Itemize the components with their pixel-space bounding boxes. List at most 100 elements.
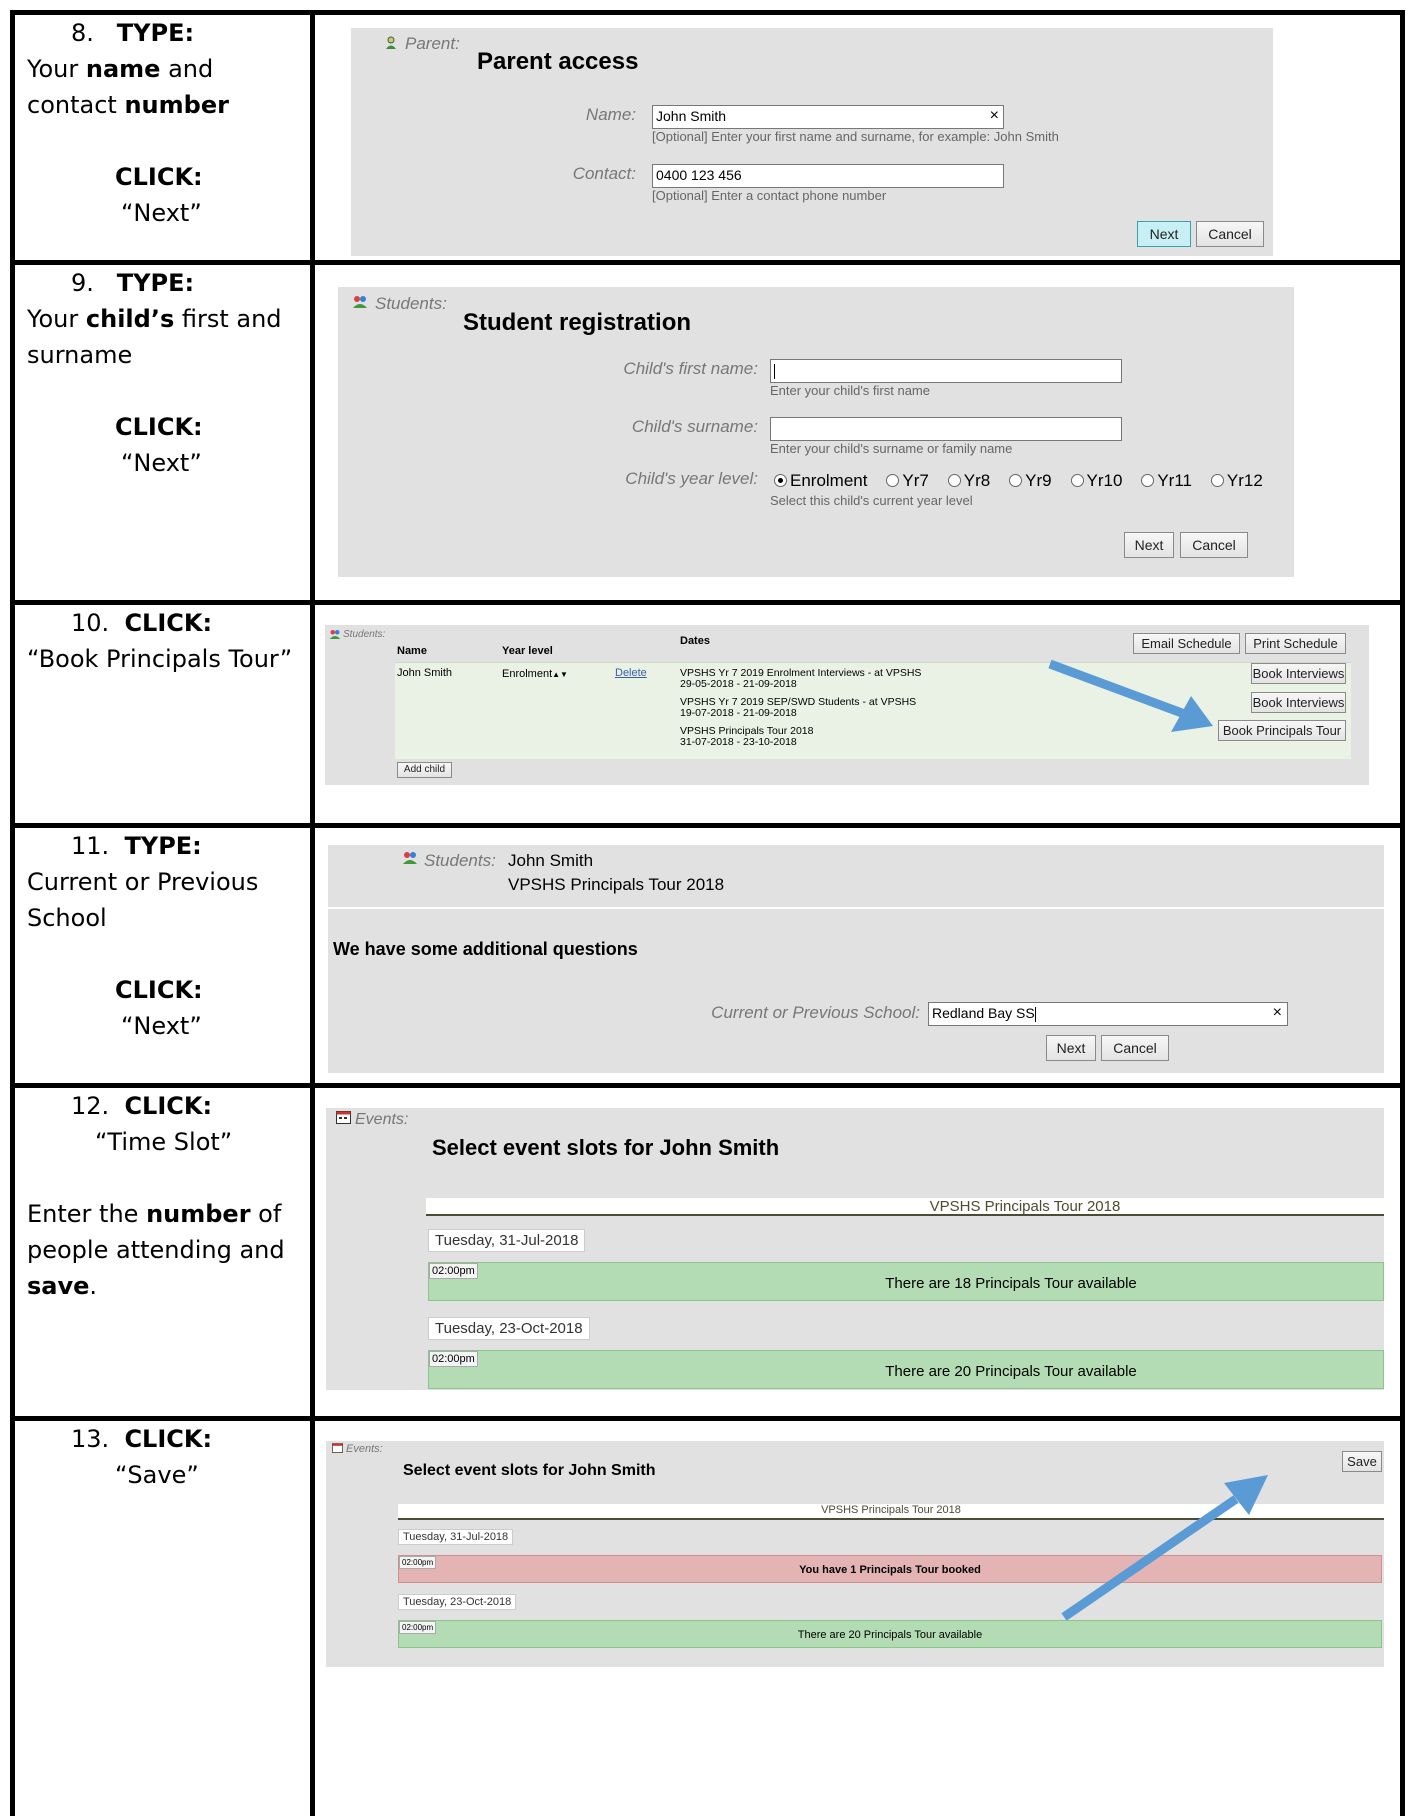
slot-availability: There are 18 Principals Tour available (885, 1275, 1137, 1292)
clear-icon[interactable]: × (1273, 1004, 1282, 1022)
step-11-instructions: 11. TYPE: Current or Previous School CLI… (27, 832, 259, 1040)
col-name: Name (397, 645, 427, 657)
contact-help: [Optional] Enter a contact phone number (652, 188, 887, 203)
radio-selected-icon (774, 474, 787, 487)
students-icon (403, 852, 417, 864)
step-12-row: 12. CLICK: “Time Slot” Enter the number … (10, 1083, 1405, 1421)
school-label: Current or Previous School: (711, 1003, 920, 1022)
questions-heading: We have some additional questions (333, 939, 638, 959)
slot-availability: There are 20 Principals Tour available (885, 1363, 1137, 1380)
instruction-table: 8. TYPE: Your name and contact number CL… (10, 10, 1405, 1816)
student-name: John Smith (508, 851, 594, 870)
contact-field[interactable]: 0400 123 456 (652, 164, 1004, 188)
event-slots-panel: Events: Select event slots for John Smit… (326, 1108, 1384, 1390)
book-interviews-button[interactable]: Book Interviews (1251, 663, 1346, 684)
name-field[interactable]: John Smith × (652, 105, 1004, 129)
page-title: Select event slots for John Smith (403, 1462, 656, 1479)
step-9-row: 9. TYPE: Your child’s first and surname … (10, 260, 1405, 605)
contact-label: Contact: (572, 164, 636, 183)
click-target: “Next” (121, 199, 202, 227)
add-child-button[interactable]: Add child (397, 762, 452, 778)
event-dates: 31-07-2018 - 23-10-2018 (680, 736, 797, 748)
surname-field[interactable] (770, 417, 1122, 441)
year-option-yr10[interactable]: Yr10 (1070, 471, 1122, 490)
print-schedule-button[interactable]: Print Schedule (1245, 633, 1346, 654)
spinner-icon: ▲▼ (552, 670, 568, 679)
students-list-screenshot: Students: Name Year level Dates Email Sc… (315, 605, 1400, 823)
year-level-select[interactable]: Enrolment▲▼ (502, 668, 568, 680)
step-10-row: 10. CLICK: “Book Principals Tour” Studen… (10, 600, 1405, 828)
parent-access-screenshot: Parent: Parent access Name: John Smith ×… (315, 15, 1400, 260)
divider (328, 907, 1384, 909)
parent-access-panel: Parent: Parent access Name: John Smith ×… (351, 28, 1273, 256)
event-dates-list: VPSHS Yr 7 2019 Enrolment Interviews - a… (680, 668, 921, 748)
year-level-label: Child's year level: (625, 469, 758, 488)
year-level-options: Enrolment Yr7 Yr8 Yr9 Yr10 Yr11 Yr12 (774, 471, 1263, 491)
school-field[interactable]: Redland Bay SS × (928, 1002, 1288, 1026)
email-schedule-button[interactable]: Email Schedule (1133, 633, 1240, 654)
year-option-yr9[interactable]: Yr9 (1009, 471, 1052, 490)
col-dates: Dates (680, 635, 710, 647)
calendar-icon (332, 1443, 343, 1453)
section-label: Events: (346, 1443, 383, 1455)
page-title: Parent access (477, 48, 639, 75)
day-label: Tuesday, 23-Oct-2018 (398, 1594, 517, 1610)
event-header: VPSHS Principals Tour 2018 (426, 1198, 1384, 1216)
step-11-row: 11. TYPE: Current or Previous School CLI… (10, 823, 1405, 1088)
person-icon (386, 36, 396, 49)
additional-questions-screenshot: Students: John Smith VPSHS Principals To… (315, 828, 1400, 1083)
year-option-yr12[interactable]: Yr12 (1210, 471, 1263, 490)
day-label: Tuesday, 23-Oct-2018 (428, 1317, 590, 1340)
section-label: Students: (343, 629, 386, 640)
click-target: “Book Principals Tour” (27, 645, 293, 673)
pointer-arrow-icon (1048, 659, 1213, 732)
step-action: TYPE: (116, 19, 195, 47)
radio-icon (947, 474, 961, 487)
radio-icon (1070, 474, 1084, 487)
year-option-yr11[interactable]: Yr11 (1141, 471, 1192, 490)
next-button[interactable]: Next (1046, 1035, 1096, 1061)
cancel-button[interactable]: Cancel (1180, 532, 1248, 558)
section-label: Events: (355, 1111, 409, 1128)
step-8-row: 8. TYPE: Your name and contact number CL… (10, 10, 1405, 265)
book-interviews-button[interactable]: Book Interviews (1251, 692, 1346, 713)
cancel-button[interactable]: Cancel (1101, 1035, 1169, 1061)
delete-link[interactable]: Delete (615, 667, 647, 679)
save-button[interactable]: Save (1342, 1451, 1382, 1472)
first-name-help: Enter your child's first name (770, 383, 930, 398)
section-label: Students: (424, 851, 496, 870)
radio-icon (1210, 474, 1224, 487)
day-label: Tuesday, 31-Jul-2018 (428, 1229, 586, 1252)
surname-help: Enter your child's surname or family nam… (770, 441, 1013, 456)
calendar-icon (336, 1111, 351, 1124)
booked-slots-panel: Events: Select event slots for John Smit… (326, 1441, 1384, 1667)
booked-slots-screenshot: Events: Select event slots for John Smit… (315, 1421, 1400, 1816)
step-13-instructions: 13. CLICK: “Save” (71, 1425, 213, 1489)
click-label: CLICK: (115, 163, 203, 191)
year-option-yr7[interactable]: Yr7 (886, 471, 929, 490)
next-button[interactable]: Next (1124, 532, 1174, 558)
event-dates: 19-07-2018 - 21-09-2018 (680, 707, 797, 719)
year-option-enrolment[interactable]: Enrolment (774, 471, 867, 490)
radio-icon (1141, 474, 1155, 487)
student-registration-panel: Students: Student registration Child's f… (338, 285, 1294, 577)
year-level-help: Select this child's current year level (770, 493, 973, 508)
clear-icon[interactable]: × (990, 107, 999, 125)
step-10-instructions: 10. CLICK: “Book Principals Tour” (27, 609, 293, 673)
slot-availability: There are 20 Principals Tour available (797, 1629, 983, 1641)
pointer-arrow-icon (1061, 1475, 1268, 1621)
cancel-button[interactable]: Cancel (1196, 221, 1264, 247)
surname-label: Child's surname: (631, 417, 758, 436)
name-label: Name: (585, 105, 636, 124)
additional-questions-panel: Students: John Smith VPSHS Principals To… (328, 845, 1384, 1073)
event-dates: 29-05-2018 - 21-09-2018 (680, 678, 797, 690)
day-label: Tuesday, 31-Jul-2018 (398, 1529, 514, 1545)
year-option-yr8[interactable]: Yr8 (947, 471, 990, 490)
event-slots-screenshot: Events: Select event slots for John Smit… (315, 1088, 1400, 1416)
page-title: Student registration (463, 309, 692, 336)
students-icon (353, 296, 367, 308)
first-name-field[interactable] (770, 359, 1122, 383)
click-target: “Time Slot” (95, 1128, 233, 1156)
step-number: 8. (71, 19, 94, 47)
next-button[interactable]: Next (1137, 221, 1191, 247)
